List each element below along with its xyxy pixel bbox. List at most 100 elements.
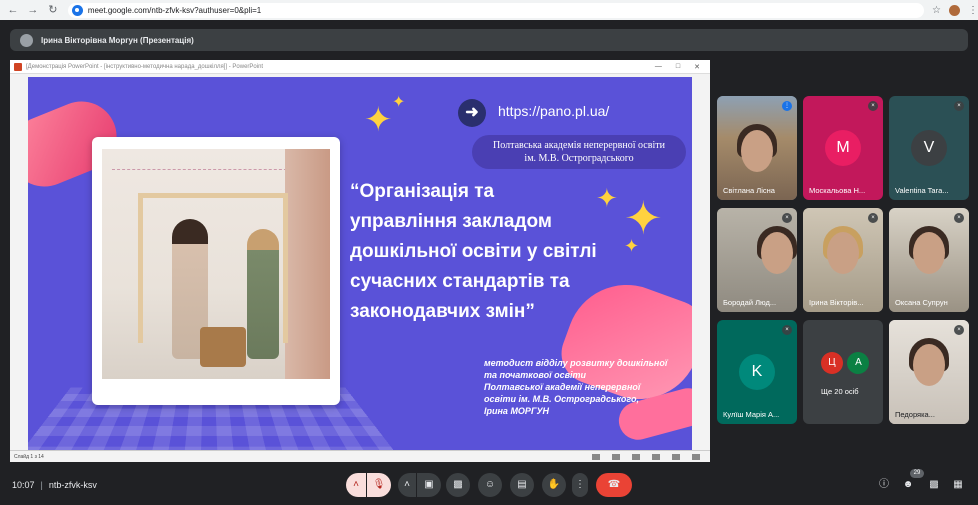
emoji-icon[interactable]: ☺ (478, 473, 502, 497)
participant-name: Ірина Вікторів... (809, 298, 864, 307)
academy-line-2: ім. М.В. Остроградського (524, 153, 634, 164)
participant-name: Valentina Tara... (895, 186, 949, 195)
participants-count-badge: 29 (910, 469, 924, 478)
participant-tile[interactable]: ⋮ Світлана Лісна (717, 96, 797, 200)
sparkle-icon: ✦ (392, 94, 406, 111)
presenter-name: Ірина Вікторівна Моргун (Презентація) (41, 35, 194, 45)
slide-grid-icon[interactable] (612, 453, 620, 460)
participant-tile[interactable]: × Оксана Супрун (889, 208, 969, 312)
mic-off-icon: × (782, 325, 792, 335)
slide-title-line: дошкільної освіти у світлі (350, 241, 597, 262)
sparkle-icon: ✦ (364, 101, 393, 139)
ppt-titlebar: [Демонстрація PowerPoint - [інструктивно… (10, 60, 710, 74)
participant-avatar: K (739, 354, 775, 390)
author-line: методист відділу розвитку дошкільної (484, 358, 668, 368)
slide-url: https://pano.pl.ua/ (498, 103, 610, 119)
activities-icon[interactable]: ▦ (950, 477, 966, 493)
reload-icon[interactable]: ↻ (46, 3, 60, 17)
more-participants-tile[interactable]: Ц A Ще 20 осіб (803, 320, 883, 424)
participant-avatar: V (911, 130, 947, 166)
participant-tile[interactable]: K × Кулїш Марія А... (717, 320, 797, 424)
site-info-icon[interactable] (71, 4, 83, 16)
profile-avatar[interactable] (949, 4, 960, 16)
maximize-icon[interactable]: □ (676, 63, 680, 71)
speaking-icon: ⋮ (782, 101, 792, 111)
participant-avatar: M (825, 130, 861, 166)
end-call-icon[interactable]: ☎ (596, 473, 632, 497)
participant-name: Педоряка... (895, 410, 935, 419)
participant-tile[interactable]: M × Москальова Н... (803, 96, 883, 200)
clock: 10:07 (12, 480, 35, 490)
participant-name: Світлана Лісна (723, 186, 775, 195)
slide-author: методист відділу розвитку дошкільної та … (484, 357, 692, 417)
presenter-avatar (20, 33, 33, 47)
bookmark-star-icon[interactable]: ☆ (932, 5, 941, 16)
browser-toolbar: ← → ↻ meet.google.com/ntb-zfvk-ksv?authu… (0, 0, 978, 20)
participant-name: Бородай Люд... (723, 298, 777, 307)
participant-tile[interactable]: × Бородай Люд... (717, 208, 797, 312)
presenter-bar: Ірина Вікторівна Моргун (Презентація) (10, 29, 968, 51)
ppt-window-title: [Демонстрація PowerPoint - [інструктивно… (26, 63, 264, 70)
raise-hand-icon[interactable]: ✋ (542, 473, 566, 497)
forward-icon[interactable]: → (26, 3, 40, 17)
slide-title-line: “Організація та (350, 181, 495, 202)
close-icon[interactable]: ✕ (694, 63, 700, 71)
children-playing-photo (102, 149, 330, 379)
author-line: та початкової освіти (484, 370, 587, 380)
author-line: Полтавської академії неперервної (484, 382, 641, 392)
more-options-icon[interactable]: ⋮ (572, 473, 588, 497)
info-icon[interactable]: ⓘ (876, 477, 892, 493)
reading-view-icon[interactable] (692, 453, 700, 460)
author-line: освіти ім. М.В. Остроградського, (484, 394, 639, 404)
chat-icon[interactable]: ▩ (926, 477, 942, 493)
people-icon[interactable]: ☻ (900, 477, 916, 493)
url-text: meet.google.com/ntb-zfvk-ksv?authuser=0&… (87, 5, 262, 15)
browser-menu-icon[interactable]: ⋮ (968, 5, 978, 16)
camera-options-chevron-icon[interactable]: ˄ (398, 473, 416, 497)
mic-off-icon: × (954, 101, 964, 111)
address-bar[interactable]: meet.google.com/ntb-zfvk-ksv?authuser=0&… (67, 2, 925, 18)
participant-tile[interactable]: V × Valentina Tara... (889, 96, 969, 200)
slide-title-line: управління закладом (350, 211, 552, 232)
participant-name: Оксана Супрун (895, 298, 948, 307)
meet-controls-bar: 10:07 | ntb-zfvk-ksv ˄ 🎙 ˄ ▣ ▩ ☺ ▤ ✋ ⋮ ☎… (0, 465, 978, 505)
photo-frame (92, 137, 340, 405)
mic-options-chevron-icon[interactable]: ˄ (346, 473, 366, 497)
mic-off-icon: × (782, 213, 792, 223)
mic-off-icon: × (954, 213, 964, 223)
meeting-code: ntb-zfvk-ksv (48, 480, 97, 490)
camera-icon[interactable]: ▣ (417, 473, 441, 497)
slide-title-line: сучасних стандартів та (350, 271, 570, 292)
present-icon[interactable]: ▩ (446, 473, 470, 497)
back-icon[interactable]: ← (6, 3, 20, 17)
minimize-icon[interactable]: — (655, 63, 662, 71)
participant-name: Кулїш Марія А... (723, 410, 780, 419)
author-line: Ірина МОРГУН (484, 406, 550, 416)
sorter-view-icon[interactable] (672, 453, 680, 460)
slide: ➜ https://pano.pl.ua/ ✦ ✦ ✦ ✦ ✦ Полтавсь… (28, 77, 692, 450)
separator: | (40, 480, 43, 490)
prev-slide-icon[interactable] (592, 453, 600, 460)
mic-off-icon: × (868, 213, 878, 223)
ppt-statusbar: Слайд 1 з 14 (10, 450, 710, 462)
captions-icon[interactable]: ▤ (510, 473, 534, 497)
normal-view-icon[interactable] (652, 453, 660, 460)
participant-avatar: Ц (821, 352, 843, 374)
next-slide-icon[interactable] (632, 453, 640, 460)
participant-tile[interactable]: × Ірина Вікторів... (803, 208, 883, 312)
slide-title-line: законодавчих змін” (350, 301, 535, 322)
academy-line-1: Полтавська академія неперервної освіти (493, 140, 665, 151)
participant-avatar: A (847, 352, 870, 374)
slide-counter: Слайд 1 з 14 (14, 453, 44, 460)
powerpoint-window: [Демонстрація PowerPoint - [інструктивно… (10, 60, 710, 462)
mic-off-icon: × (868, 101, 878, 111)
academy-label: Полтавська академія неперервної освіти і… (472, 135, 686, 169)
slide-title: “Організація та управління закладом дошк… (350, 177, 650, 327)
slide-area: ➜ https://pano.pl.ua/ ✦ ✦ ✦ ✦ ✦ Полтавсь… (10, 74, 710, 450)
mic-off-icon: × (954, 325, 964, 335)
mic-off-icon[interactable]: 🎙 (367, 473, 391, 497)
powerpoint-logo-icon (14, 62, 22, 71)
participant-tile[interactable]: × Педоряка... (889, 320, 969, 424)
participant-name: Москальова Н... (809, 186, 866, 195)
arrow-right-icon: ➜ (458, 99, 486, 127)
